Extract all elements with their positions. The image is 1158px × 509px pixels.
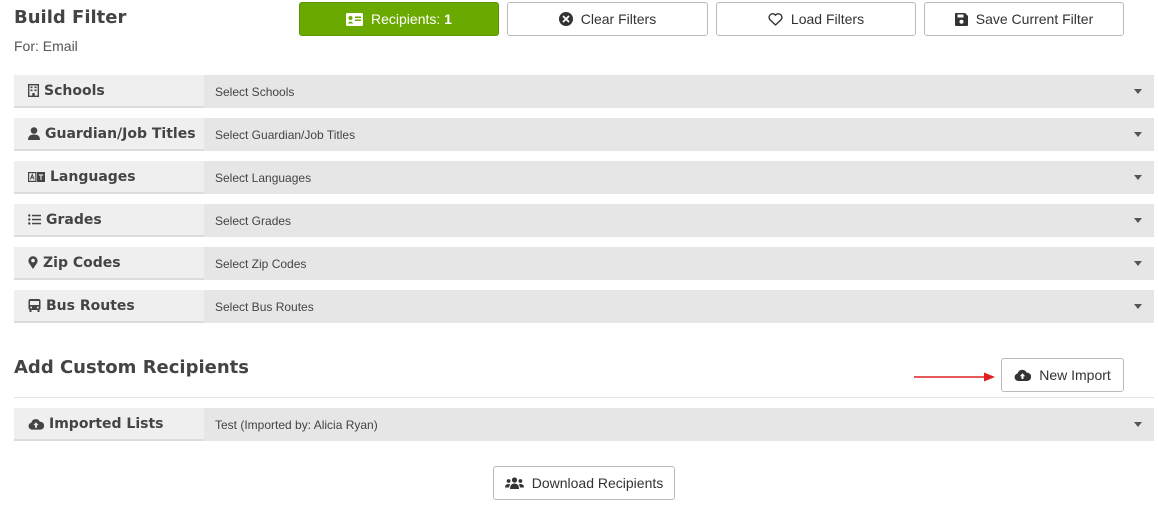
caret-down-icon bbox=[1134, 261, 1142, 266]
zip-codes-select[interactable]: Select Zip Codes bbox=[204, 247, 1154, 280]
guardian-select[interactable]: Select Guardian/Job Titles bbox=[204, 118, 1154, 151]
map-marker-icon bbox=[28, 256, 38, 269]
cloud-upload-icon bbox=[28, 418, 44, 430]
filter-label-imported-lists: Imported Lists bbox=[14, 408, 204, 441]
section-divider bbox=[14, 397, 1154, 398]
load-filters-label: Load Filters bbox=[790, 11, 865, 27]
filter-label-languages: Languages bbox=[14, 161, 204, 194]
recipients-count: 1 bbox=[444, 11, 452, 27]
filter-label-schools: Schools bbox=[14, 75, 204, 108]
filter-row-imported-lists: Imported Lists Test (Imported by: Alicia… bbox=[14, 408, 1154, 441]
bus-icon bbox=[28, 299, 41, 312]
list-icon bbox=[28, 214, 41, 225]
users-icon bbox=[504, 477, 524, 489]
caret-down-icon bbox=[1134, 132, 1142, 137]
caret-down-icon bbox=[1134, 422, 1142, 427]
languages-select[interactable]: Select Languages bbox=[204, 161, 1154, 194]
save-icon bbox=[954, 12, 968, 26]
caret-down-icon bbox=[1134, 89, 1142, 94]
building-icon bbox=[28, 84, 39, 97]
schools-select[interactable]: Select Schools bbox=[204, 75, 1154, 108]
download-recipients-label: Download Recipients bbox=[531, 475, 664, 491]
recipients-button[interactable]: Recipients: 1 bbox=[299, 2, 499, 36]
caret-down-icon bbox=[1134, 218, 1142, 223]
filter-row-zip-codes: Zip Codes Select Zip Codes bbox=[14, 247, 1154, 280]
section-title-custom-recipients: Add Custom Recipients bbox=[14, 357, 250, 378]
language-icon bbox=[28, 171, 45, 182]
filter-row-guardian: Guardian/Job Titles Select Guardian/Job … bbox=[14, 118, 1154, 151]
times-circle-icon bbox=[558, 12, 573, 26]
save-filter-label: Save Current Filter bbox=[975, 11, 1094, 27]
new-import-button[interactable]: New Import bbox=[1001, 358, 1124, 392]
page-subtitle: For: Email bbox=[14, 38, 78, 54]
filter-label-bus-routes: Bus Routes bbox=[14, 290, 204, 323]
filter-label-guardian: Guardian/Job Titles bbox=[14, 118, 204, 151]
clear-filters-button[interactable]: Clear Filters bbox=[507, 2, 708, 36]
id-card-icon bbox=[346, 12, 364, 26]
caret-down-icon bbox=[1134, 175, 1142, 180]
new-import-label: New Import bbox=[1039, 367, 1111, 383]
cloud-upload-icon bbox=[1014, 369, 1032, 381]
filter-label-grades: Grades bbox=[14, 204, 204, 237]
bus-routes-select[interactable]: Select Bus Routes bbox=[204, 290, 1154, 323]
filter-row-bus-routes: Bus Routes Select Bus Routes bbox=[14, 290, 1154, 323]
heart-icon bbox=[768, 12, 783, 26]
recipients-label: Recipients: bbox=[371, 11, 441, 27]
filter-row-schools: Schools Select Schools bbox=[14, 75, 1154, 108]
clear-filters-label: Clear Filters bbox=[580, 11, 657, 27]
filter-label-zip-codes: Zip Codes bbox=[14, 247, 204, 280]
user-icon bbox=[28, 127, 40, 140]
imported-lists-select[interactable]: Test (Imported by: Alicia Ryan) bbox=[204, 408, 1154, 441]
load-filters-button[interactable]: Load Filters bbox=[716, 2, 916, 36]
page-title: Build Filter bbox=[14, 7, 127, 28]
arrow-annotation-icon bbox=[914, 372, 995, 382]
caret-down-icon bbox=[1134, 304, 1142, 309]
save-filter-button[interactable]: Save Current Filter bbox=[924, 2, 1124, 36]
download-recipients-button[interactable]: Download Recipients bbox=[493, 466, 675, 500]
filter-row-grades: Grades Select Grades bbox=[14, 204, 1154, 237]
filter-row-languages: Languages Select Languages bbox=[14, 161, 1154, 194]
grades-select[interactable]: Select Grades bbox=[204, 204, 1154, 237]
